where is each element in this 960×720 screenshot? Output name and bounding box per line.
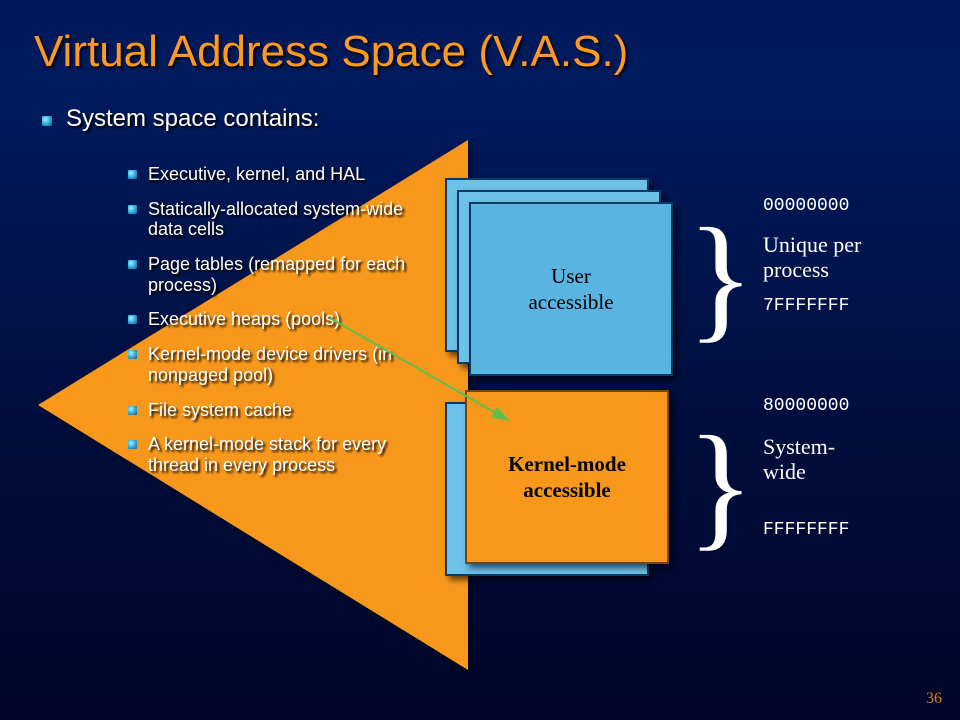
bullet-item: Kernel-mode device drivers (in nonpaged … bbox=[148, 344, 428, 385]
bullet-item: Executive, kernel, and HAL bbox=[148, 164, 428, 185]
label-unique-per-process: Unique per process bbox=[763, 232, 861, 283]
bullet-list: Executive, kernel, and HAL Statically-al… bbox=[108, 164, 428, 490]
page-number: 36 bbox=[926, 690, 942, 708]
bullet-item: Statically-allocated system-wide data ce… bbox=[148, 199, 428, 240]
bullet-item: A kernel-mode stack for every thread in … bbox=[148, 434, 428, 475]
address-kernel-end: FFFFFFFF bbox=[763, 520, 849, 540]
label-system-wide: System- wide bbox=[763, 434, 835, 485]
slide: Virtual Address Space (V.A.S.) System sp… bbox=[0, 0, 960, 720]
brace-icon: } bbox=[687, 222, 754, 334]
address-user-start: 00000000 bbox=[763, 196, 849, 216]
user-accessible-label: User accessible bbox=[528, 263, 613, 316]
kernel-accessible-box: Kernel-mode accessible bbox=[465, 390, 669, 564]
address-user-end: 7FFFFFFF bbox=[763, 296, 849, 316]
bullet-item: File system cache bbox=[148, 400, 428, 421]
user-accessible-box: User accessible bbox=[469, 202, 673, 376]
section-heading: System space contains: bbox=[66, 105, 319, 133]
address-kernel-start: 80000000 bbox=[763, 396, 849, 416]
slide-title: Virtual Address Space (V.A.S.) bbox=[34, 28, 628, 76]
brace-icon: } bbox=[687, 430, 754, 542]
bullet-item: Executive heaps (pools) bbox=[148, 309, 428, 330]
vas-diagram: User accessible Kernel-mode accessible }… bbox=[445, 178, 945, 618]
kernel-accessible-label: Kernel-mode accessible bbox=[508, 451, 626, 504]
bullet-item: Page tables (remapped for each process) bbox=[148, 254, 428, 295]
